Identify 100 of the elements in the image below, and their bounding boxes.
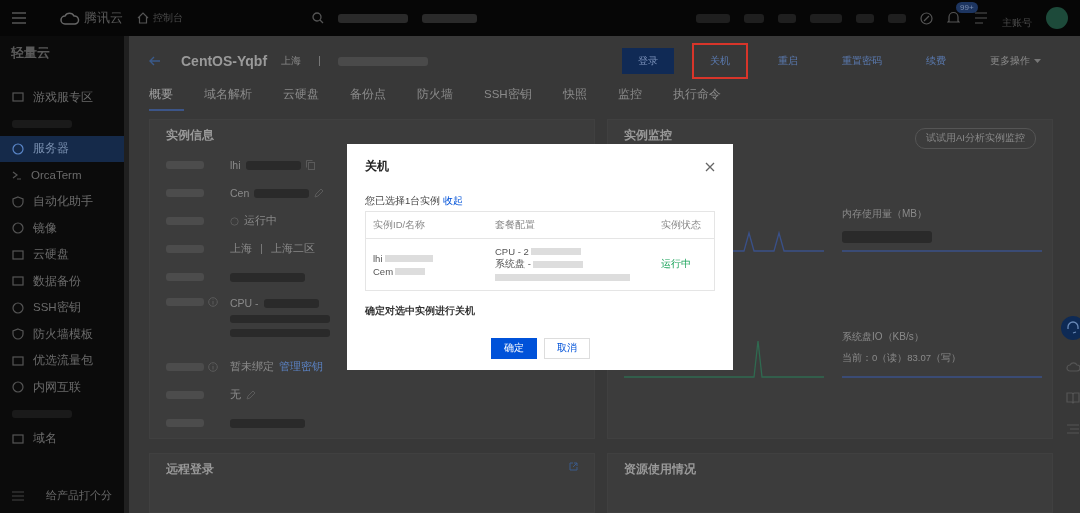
- blurred-text: [696, 13, 730, 23]
- tab[interactable]: 域名解析: [204, 86, 263, 111]
- selection-text: 您已选择1台实例: [365, 195, 441, 208]
- blurred-text: [888, 13, 906, 23]
- tab[interactable]: 备份点: [350, 86, 397, 111]
- blurred-text: [810, 13, 842, 23]
- field-value: 无: [230, 388, 241, 402]
- back-arrow-icon[interactable]: [149, 56, 161, 66]
- console-link[interactable]: 控制台: [153, 11, 183, 25]
- blurred-text: [384, 254, 433, 262]
- square-icon: [12, 433, 24, 444]
- square-icon: [12, 249, 24, 260]
- ai-analysis-button[interactable]: 试试用AI分析实例监控: [915, 128, 1036, 149]
- sidebar-item[interactable]: 服务器: [0, 135, 124, 162]
- cloud-icon[interactable]: [1066, 360, 1080, 372]
- instance-title: CentOS-Yqbf: [181, 53, 268, 69]
- field-value: 暂未绑定: [230, 360, 274, 374]
- tab[interactable]: 云硬盘: [283, 86, 330, 111]
- confirm-message: 确定对选中实例进行关机: [365, 305, 476, 318]
- circle-icon: [12, 142, 24, 155]
- circle-icon: [12, 301, 24, 314]
- action-button[interactable]: 续费: [914, 48, 958, 74]
- sidebar-item[interactable]: OrcaTerm: [0, 162, 124, 189]
- blurred-text: [395, 267, 426, 275]
- bell-icon[interactable]: [947, 11, 960, 25]
- chart-title: 系统盘IO（KB/s）: [842, 330, 925, 344]
- sidebar-item[interactable]: 自动化助手: [0, 188, 124, 215]
- blurred-text: [532, 261, 583, 268]
- field-value: Cen: [230, 187, 250, 199]
- external-link-icon[interactable]: [569, 462, 578, 471]
- tab[interactable]: 防火墙: [417, 86, 464, 111]
- collapse-icon[interactable]: [12, 491, 24, 501]
- menu-icon[interactable]: [12, 12, 26, 24]
- chart-title: 内存使用量（MB）: [842, 207, 928, 221]
- support-button[interactable]: [1061, 316, 1080, 340]
- feedback-link[interactable]: 给产品打个分: [46, 489, 112, 503]
- search-icon[interactable]: [312, 12, 324, 24]
- sidebar-item[interactable]: 内网互联: [0, 374, 124, 401]
- home-icon: [137, 12, 149, 24]
- pencil-icon[interactable]: [246, 390, 256, 400]
- shield-icon: [12, 195, 24, 208]
- sidebar-item[interactable]: 镜像: [0, 215, 124, 242]
- blurred-text: [530, 248, 581, 255]
- instance-id: lhi: [373, 252, 383, 264]
- action-button[interactable]: 关机: [694, 45, 746, 77]
- tab[interactable]: 监控: [617, 86, 653, 111]
- sidebar-item[interactable]: 数据备份: [0, 268, 124, 295]
- dialog-button[interactable]: 确定: [490, 338, 537, 359]
- action-button[interactable]: 重启: [766, 48, 810, 74]
- sidebar-item[interactable]: 域名: [0, 425, 124, 452]
- spec-value: CPU -: [230, 297, 259, 309]
- book-icon[interactable]: [1066, 392, 1080, 404]
- status-icon: [230, 216, 239, 226]
- close-icon[interactable]: [705, 161, 715, 172]
- card-title: 实例信息: [166, 128, 215, 143]
- copy-icon[interactable]: [305, 160, 315, 170]
- circle-icon: [12, 381, 24, 394]
- tab[interactable]: 概要: [149, 86, 184, 111]
- sidebar-item[interactable]: 云硬盘: [0, 241, 124, 268]
- status-text: 运行中: [244, 214, 277, 228]
- brand-logo[interactable]: 腾讯云: [84, 9, 123, 27]
- terminal-icon: [12, 170, 22, 181]
- square-icon: [12, 355, 24, 366]
- square-icon: [12, 276, 24, 287]
- blurred-text: [338, 13, 408, 23]
- sidebar-item[interactable]: 防火墙模板: [0, 321, 124, 348]
- card-title: 实例监控: [624, 128, 672, 143]
- column-header: 实例状态: [653, 211, 715, 239]
- card-title: 远程登录: [166, 462, 214, 477]
- caret-icon: [1034, 58, 1041, 64]
- tab[interactable]: 快照: [562, 86, 598, 111]
- list-icon[interactable]: [974, 12, 988, 24]
- sidebar-item[interactable]: 游戏服专区: [0, 84, 124, 111]
- zone-value: 上海二区: [271, 242, 315, 256]
- tab[interactable]: 执行命令: [672, 86, 732, 111]
- action-button[interactable]: 更多操作: [978, 48, 1053, 74]
- blurred-text: [422, 13, 477, 23]
- blurred-text: [778, 13, 796, 23]
- action-button[interactable]: 登录: [622, 48, 674, 74]
- circle-icon: [12, 222, 24, 235]
- action-button[interactable]: 重置密码: [830, 48, 894, 74]
- cloud-icon: [60, 11, 80, 25]
- headset-icon: [1066, 321, 1080, 335]
- dialog-button[interactable]: 取消: [543, 338, 590, 359]
- sidebar-item[interactable]: 优选流量包: [0, 347, 124, 374]
- column-header: 套餐配置: [488, 211, 654, 239]
- sidebar-item[interactable]: SSH密钥: [0, 294, 124, 321]
- pencil-icon[interactable]: [314, 188, 325, 198]
- sidebar-title: 轻量云: [10, 44, 51, 62]
- config-line: 系统盘 -: [495, 258, 531, 271]
- avatar[interactable]: [1046, 7, 1068, 29]
- column-header: 实例ID/名称: [365, 211, 488, 239]
- field-value: lhi: [230, 159, 241, 171]
- square-icon: [12, 92, 24, 103]
- notification-badge: 99+: [956, 2, 978, 13]
- shield-icon: [12, 328, 24, 341]
- card-title: 资源使用情况: [624, 462, 696, 477]
- collapse-link[interactable]: 收起: [443, 195, 464, 208]
- manage-key-link[interactable]: 管理密钥: [279, 360, 323, 374]
- tab[interactable]: SSH密钥: [484, 86, 543, 111]
